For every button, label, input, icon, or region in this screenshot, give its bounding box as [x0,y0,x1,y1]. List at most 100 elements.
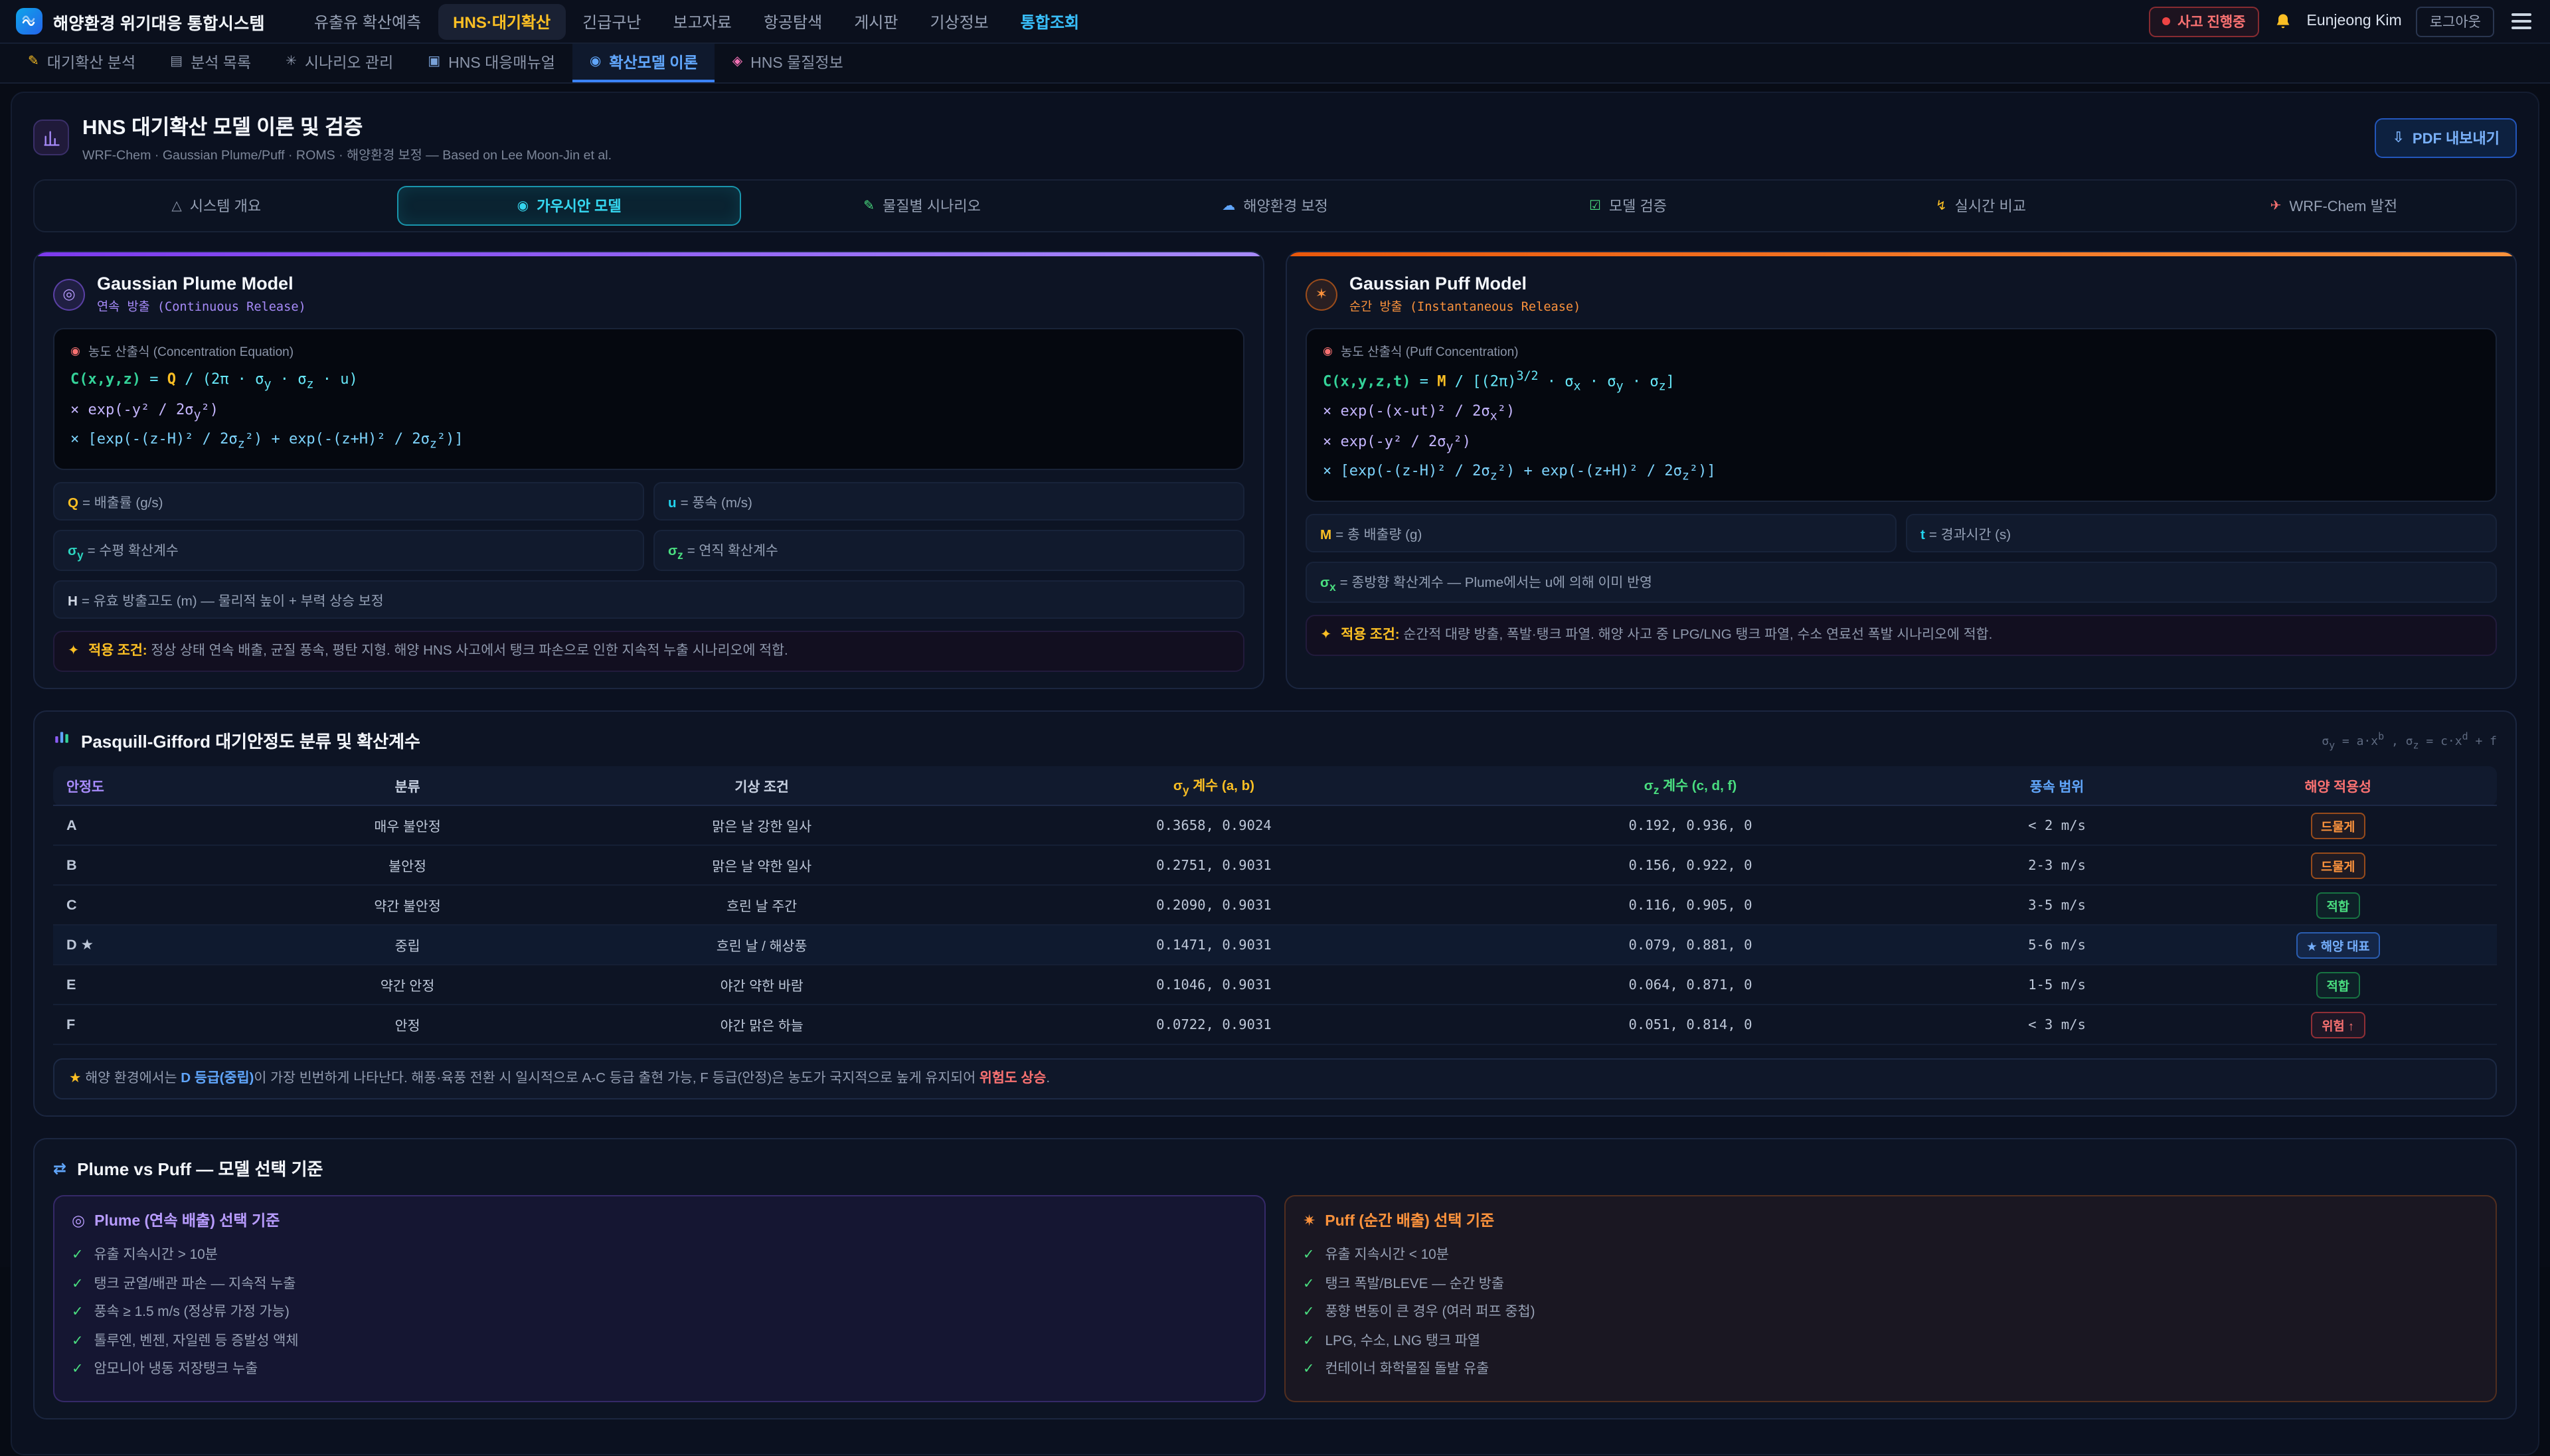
criteria-item: ✓LPG, 수소, LNG 탱크 파열 [1303,1328,2478,1356]
tab-realtime-comparison[interactable]: ↯실시간 비교 [1808,186,2153,226]
model-subtitle: 순간 방출 (Instantaneous Release) [1349,296,1580,315]
stability-row-F[interactable]: F안정야간 맑은 하늘0.0722, 0.90310.051, 0.814, 0… [53,1005,2497,1044]
nav-item-aerial-search[interactable]: 항공탐색 [749,3,837,39]
brand[interactable]: 해양환경 위기대응 통합시스템 [16,8,265,35]
formula-line: C(x,y,z,t) = M / [(2π)3/2 · σx · σy · σz… [1323,366,2480,398]
tab-hns-substance-info[interactable]: ◈HNS 물질정보 [715,44,861,82]
note-text: 순간적 대량 방출, 폭발·탱크 파열. 해양 사고 중 LPG/LNG 탱크 … [1403,627,1992,642]
tab-label: 분석 목록 [191,51,251,72]
nav-item-oil-spill[interactable]: 유출유 확산예측 [299,3,436,39]
plume-criteria-list: ✓유출 지속시간 > 10분✓탱크 균열/배관 파손 — 지속적 누출✓풍속 ≥… [72,1242,1247,1386]
formula-header: ◉ 농도 산출식 (Puff Concentration) [1323,341,2480,360]
parameter-cell: t= 경과시간 (s) [1906,513,2497,552]
sigma-y-coeff: 0.1046, 0.9031 [981,965,1446,1005]
bar-chart-icon [53,728,70,752]
tab-label: 실시간 비교 [1955,195,2026,216]
criteria-grid: ◎ Plume (연속 배출) 선택 기준 ✓유출 지속시간 > 10분✓탱크 … [53,1196,2497,1403]
model-selection-section: ⇄ Plume vs Puff — 모델 선택 기준 ◎ Plume (연속 배… [33,1139,2517,1420]
section-header: Pasquill-Gifford 대기안정도 분류 및 확산계수 σy = a·… [53,728,2497,753]
logout-button[interactable]: 로그아웃 [2417,6,2494,37]
tab-analysis-list[interactable]: ▤분석 목록 [153,44,268,82]
sigma-z-coeff: 0.079, 0.881, 0 [1446,925,1935,965]
status-dot-icon [2162,17,2169,25]
star-icon: ★ [77,937,94,953]
tab-substance-scenarios[interactable]: ✎물질별 시나리오 [750,186,1094,226]
plume-criteria-header: ◎ Plume (연속 배출) 선택 기준 [72,1210,1247,1232]
nav-item-board[interactable]: 게시판 [839,3,912,39]
column-header: 안정도 [53,766,273,805]
parameter-cell: σy= 수평 확산계수 [53,529,644,570]
stability-grade: F [53,1005,273,1044]
section-title: Plume vs Puff — 모델 선택 기준 [77,1156,323,1181]
tab-system-overview[interactable]: △시스템 개요 [44,186,388,226]
tab-label: 시나리오 관리 [305,51,393,72]
nav-right: 사고 진행중 Eunjeong Kim 로그아웃 [2148,6,2534,37]
shuffle-icon: ⇄ [53,1159,66,1178]
nav-item-reports[interactable]: 보고자료 [659,3,746,39]
pdf-export-button[interactable]: ⇩ PDF 내보내기 [2375,118,2517,157]
note-label: 적용 조건: [88,643,147,658]
note-label: 적용 조건: [1341,627,1399,642]
stability-row-A[interactable]: A매우 불안정맑은 날 강한 일사0.3658, 0.90240.192, 0.… [53,805,2497,845]
tab-label: 모델 검증 [1609,195,1667,216]
puff-criteria-title: Puff (순간 배출) 선택 기준 [1325,1210,1494,1232]
stability-class: 불안정 [273,845,542,885]
tab-label: HNS 대응매뉴얼 [448,51,555,72]
formula-line: × exp(-y² / 2σy²) [1323,428,2480,458]
nav-item-hns-dispersion[interactable]: HNS·대기확산 [438,3,565,39]
sigma-z-coeff: 0.192, 0.936, 0 [1446,805,1935,845]
sigma-z-coeff: 0.156, 0.922, 0 [1446,845,1935,885]
nav-item-weather[interactable]: 기상정보 [915,3,1003,39]
stability-row-C[interactable]: C약간 불안정흐린 날 주간0.2090, 0.90310.116, 0.905… [53,885,2497,925]
applicability-cell: 위험 ↑ [2179,1005,2497,1044]
page-header: HNS 대기확산 모델 이론 및 검증 WRF-Chem · Gaussian … [20,96,2530,177]
check-icon: ✓ [72,1361,83,1380]
criteria-item: ✓톨루엔, 벤젠, 자일렌 등 증발성 액체 [72,1328,1247,1356]
tab-gaussian-model[interactable]: ◉가우시안 모델 [396,186,741,226]
applicability-badge: 드물게 [2310,812,2365,839]
stability-grade: C [53,885,273,925]
stability-table-header-row: 안정도분류기상 조건σy 계수 (a, b)σz 계수 (c, d, f)풍속 … [53,766,2497,805]
note-text: 정상 상태 연속 배출, 균질 풍속, 평탄 지형. 해양 HNS 사고에서 탱… [151,643,788,658]
plume-formula-lines: C(x,y,z) = Q / (2π · σy · σz · u)× exp(-… [70,366,1227,456]
formula-line: C(x,y,z) = Q / (2π · σy · σz · u) [70,366,1227,396]
section-title: Pasquill-Gifford 대기안정도 분류 및 확산계수 [81,728,420,753]
nav-item-rescue[interactable]: 긴급구난 [568,3,655,39]
puff-application-note: ✦ 적용 조건: 순간적 대량 방출, 폭발·탱크 파열. 해양 사고 중 LP… [1306,614,2497,656]
stability-row-D[interactable]: D ★중립흐린 날 / 해상풍0.1471, 0.90310.079, 0.88… [53,925,2497,965]
stability-row-E[interactable]: E약간 안정야간 약한 바람0.1046, 0.90310.064, 0.871… [53,965,2497,1005]
wind-range: 5-6 m/s [1935,925,2179,965]
model-subtitle: 연속 방출 (Continuous Release) [97,296,306,315]
check-icon: ✓ [1303,1304,1314,1323]
tab-dispersion-analysis[interactable]: ✎대기확산 분석 [11,44,153,82]
card-header: ◎ Gaussian Plume Model 연속 방출 (Continuous… [53,274,1244,315]
plume-model-icon: ◎ [53,278,85,310]
weather-condition: 맑은 날 약한 일사 [542,845,981,885]
cyclone-icon: ◎ [72,1212,85,1230]
hamburger-menu-icon[interactable] [2509,8,2534,35]
incident-status-badge: 사고 진행중 [2148,6,2258,37]
stability-class: 매우 불안정 [273,805,542,845]
applicability-badge: 적합 [2316,892,2360,918]
check-icon: ✓ [72,1333,83,1352]
nav-item-integrated-search[interactable]: 통합조회 [1006,3,1094,39]
incident-label: 사고 진행중 [2177,11,2245,31]
note-body: 적용 조건: 순간적 대량 방출, 폭발·탱크 파열. 해양 사고 중 LPG/… [1341,625,1992,645]
stability-row-B[interactable]: B불안정맑은 날 약한 일사0.2751, 0.90310.156, 0.922… [53,845,2497,885]
page-title: HNS 대기확산 모델 이론 및 검증 [82,112,612,141]
tab-label: WRF-Chem 발전 [2289,195,2397,216]
tab-scenario-management[interactable]: ✳시나리오 관리 [268,44,410,82]
tab-model-validation[interactable]: ☑모델 검증 [1456,186,1800,226]
notification-bell-icon[interactable] [2274,11,2292,31]
stability-class: 약간 불안정 [273,885,542,925]
app-logo-icon [16,8,42,35]
plume-criteria-title: Plume (연속 배출) 선택 기준 [94,1210,280,1232]
tab-wrf-chem[interactable]: ✈WRF-Chem 발전 [2162,186,2506,226]
stability-grade: D ★ [53,925,273,965]
bulb-icon: ✦ [68,641,79,661]
tab-marine-correction[interactable]: ☁해양환경 보정 [1102,186,1447,226]
sigma-y-coeff: 0.3658, 0.9024 [981,805,1446,845]
sigma-y-coeff: 0.0722, 0.9031 [981,1005,1446,1044]
tab-model-theory[interactable]: ◉확산모델 이론 [572,44,715,82]
tab-hns-manual[interactable]: ▣HNS 대응매뉴얼 [410,44,572,82]
